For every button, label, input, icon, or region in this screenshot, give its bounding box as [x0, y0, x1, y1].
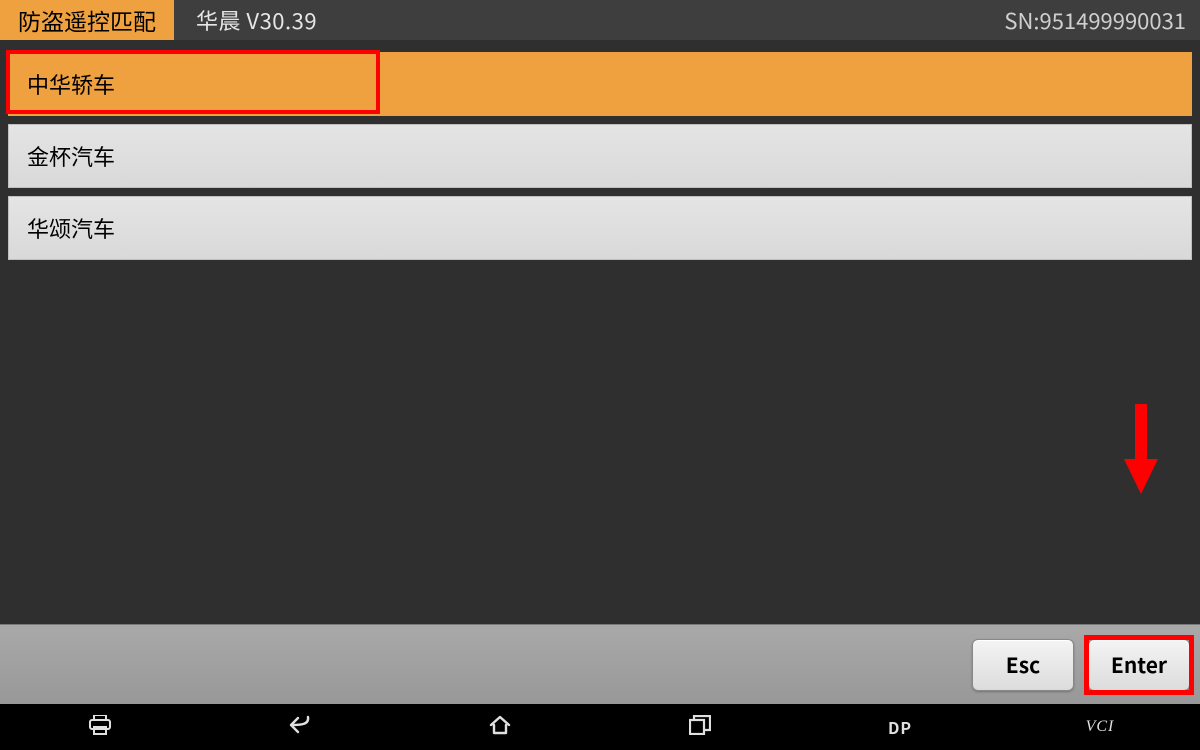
list-item-1[interactable]: 金杯汽车 [8, 124, 1192, 188]
list-item-2[interactable]: 华颂汽车 [8, 196, 1192, 260]
esc-button-label: Esc [1006, 650, 1040, 680]
serial-number: SN:951499990031 [1004, 4, 1186, 36]
recent-apps-icon [689, 715, 711, 740]
list-item-label: 华颂汽车 [27, 212, 115, 244]
header-bar: 防盗遥控匹配 华晨 V30.39 SN:951499990031 [0, 0, 1200, 40]
brand-version: 华晨 V30.39 [196, 4, 317, 36]
list-item-label: 中华轿车 [27, 68, 115, 100]
list-item-label: 金杯汽车 [27, 140, 115, 172]
back-arrow-icon [289, 715, 311, 740]
app-title-badge: 防盗遥控匹配 [0, 0, 174, 40]
printer-icon [88, 715, 112, 740]
action-bar: Esc Enter [0, 624, 1200, 704]
nav-vci-button[interactable]: VCI [1000, 704, 1200, 750]
nav-vci-label: VCI [1086, 718, 1115, 736]
esc-button[interactable]: Esc [972, 639, 1074, 691]
system-navbar: DP VCI [0, 704, 1200, 750]
enter-button[interactable]: Enter [1088, 639, 1190, 691]
nav-print-button[interactable] [0, 704, 200, 750]
enter-button-label: Enter [1111, 650, 1167, 680]
annotation-arrow-down-icon [1124, 404, 1158, 494]
nav-back-button[interactable] [200, 704, 400, 750]
app-title: 防盗遥控匹配 [18, 3, 156, 37]
home-icon [488, 715, 512, 740]
list-item-0[interactable]: 中华轿车 [8, 52, 1192, 116]
nav-dp-button[interactable]: DP [800, 704, 1000, 750]
main-panel: 中华轿车 金杯汽车 华颂汽车 [0, 40, 1200, 624]
nav-home-button[interactable] [400, 704, 600, 750]
nav-dp-label: DP [888, 715, 912, 739]
nav-recent-button[interactable] [600, 704, 800, 750]
